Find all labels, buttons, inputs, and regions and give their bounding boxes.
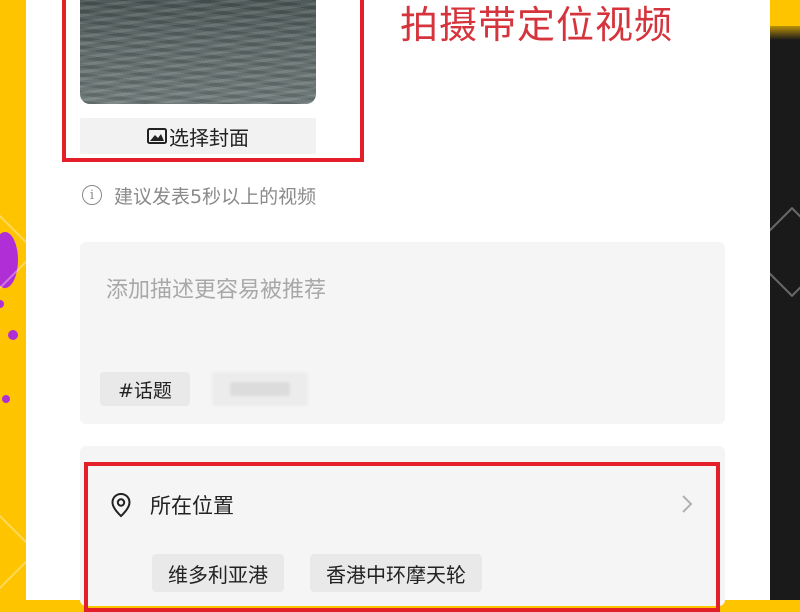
right-dark-band bbox=[766, 0, 800, 600]
purple-dot bbox=[8, 330, 18, 340]
headline-annotation: 拍摄带定位视频 bbox=[400, 3, 674, 47]
tip-text: 建议发表5秒以上的视频 bbox=[114, 185, 317, 208]
mention-tag-button[interactable] bbox=[212, 372, 308, 406]
cover-highlight-box bbox=[62, 0, 364, 162]
right-yellow-corner bbox=[766, 0, 800, 26]
description-input[interactable]: 添加描述更容易被推荐 #话题 bbox=[80, 242, 725, 424]
location-highlight-box bbox=[84, 462, 720, 612]
topic-tag-button[interactable]: #话题 bbox=[100, 372, 190, 406]
description-placeholder: 添加描述更容易被推荐 bbox=[106, 278, 327, 303]
info-icon: i bbox=[82, 185, 102, 205]
purple-dot bbox=[2, 395, 10, 403]
purple-dot bbox=[0, 300, 4, 308]
duration-tip: i 建议发表5秒以上的视频 bbox=[82, 180, 316, 210]
